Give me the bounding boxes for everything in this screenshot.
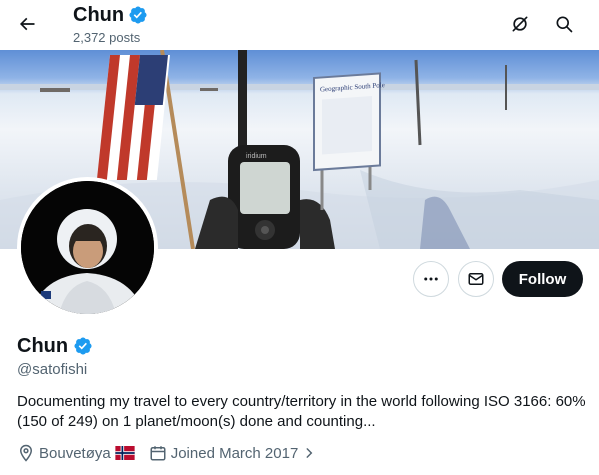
calendar-icon bbox=[150, 446, 166, 461]
top-bar: Chun 2,372 posts bbox=[0, 0, 599, 50]
location-item: Bouvetøya bbox=[17, 444, 135, 462]
search-icon bbox=[556, 16, 573, 33]
envelope-icon bbox=[468, 273, 484, 285]
astronaut-portrait bbox=[21, 181, 154, 314]
follow-button[interactable]: Follow bbox=[502, 261, 583, 297]
svg-text:iridium: iridium bbox=[246, 153, 267, 160]
profile-handle: @satofishi bbox=[17, 361, 88, 378]
avatar-frame[interactable] bbox=[17, 177, 158, 318]
chevron-right-icon bbox=[306, 448, 313, 458]
verified-badge-icon[interactable] bbox=[73, 336, 93, 356]
arrow-left-icon bbox=[19, 17, 35, 31]
header-titles: Chun 2,372 posts bbox=[73, 3, 148, 47]
profile-bio: Documenting my travel to every country/t… bbox=[17, 393, 586, 430]
location-text: Bouvetøya bbox=[39, 444, 111, 462]
back-button[interactable] bbox=[10, 7, 44, 41]
joined-item[interactable]: Joined March 2017 bbox=[149, 444, 317, 462]
header-name: Chun bbox=[73, 4, 125, 26]
norway-flag-icon bbox=[115, 446, 135, 460]
flag-shape bbox=[96, 55, 170, 180]
message-button[interactable] bbox=[458, 261, 494, 297]
map-pin-icon bbox=[19, 444, 33, 462]
phone-shape: iridium bbox=[228, 145, 300, 249]
verified-badge-icon bbox=[129, 6, 147, 24]
header-name-row: Chun bbox=[73, 3, 148, 27]
profile-name: Chun bbox=[17, 335, 69, 357]
edit-button[interactable] bbox=[503, 7, 537, 41]
avatar bbox=[21, 181, 154, 314]
more-button[interactable] bbox=[413, 261, 449, 297]
pen-slash-icon bbox=[512, 16, 528, 32]
more-horizontal-icon bbox=[424, 277, 438, 281]
joined-text: Joined March 2017 bbox=[170, 444, 299, 462]
profile-meta: Bouvetøya Joined March 2017 bbox=[17, 444, 330, 462]
search-button[interactable] bbox=[547, 7, 581, 41]
profile-name-row: Chun bbox=[17, 334, 93, 358]
post-count: 2,372 posts bbox=[73, 30, 141, 45]
